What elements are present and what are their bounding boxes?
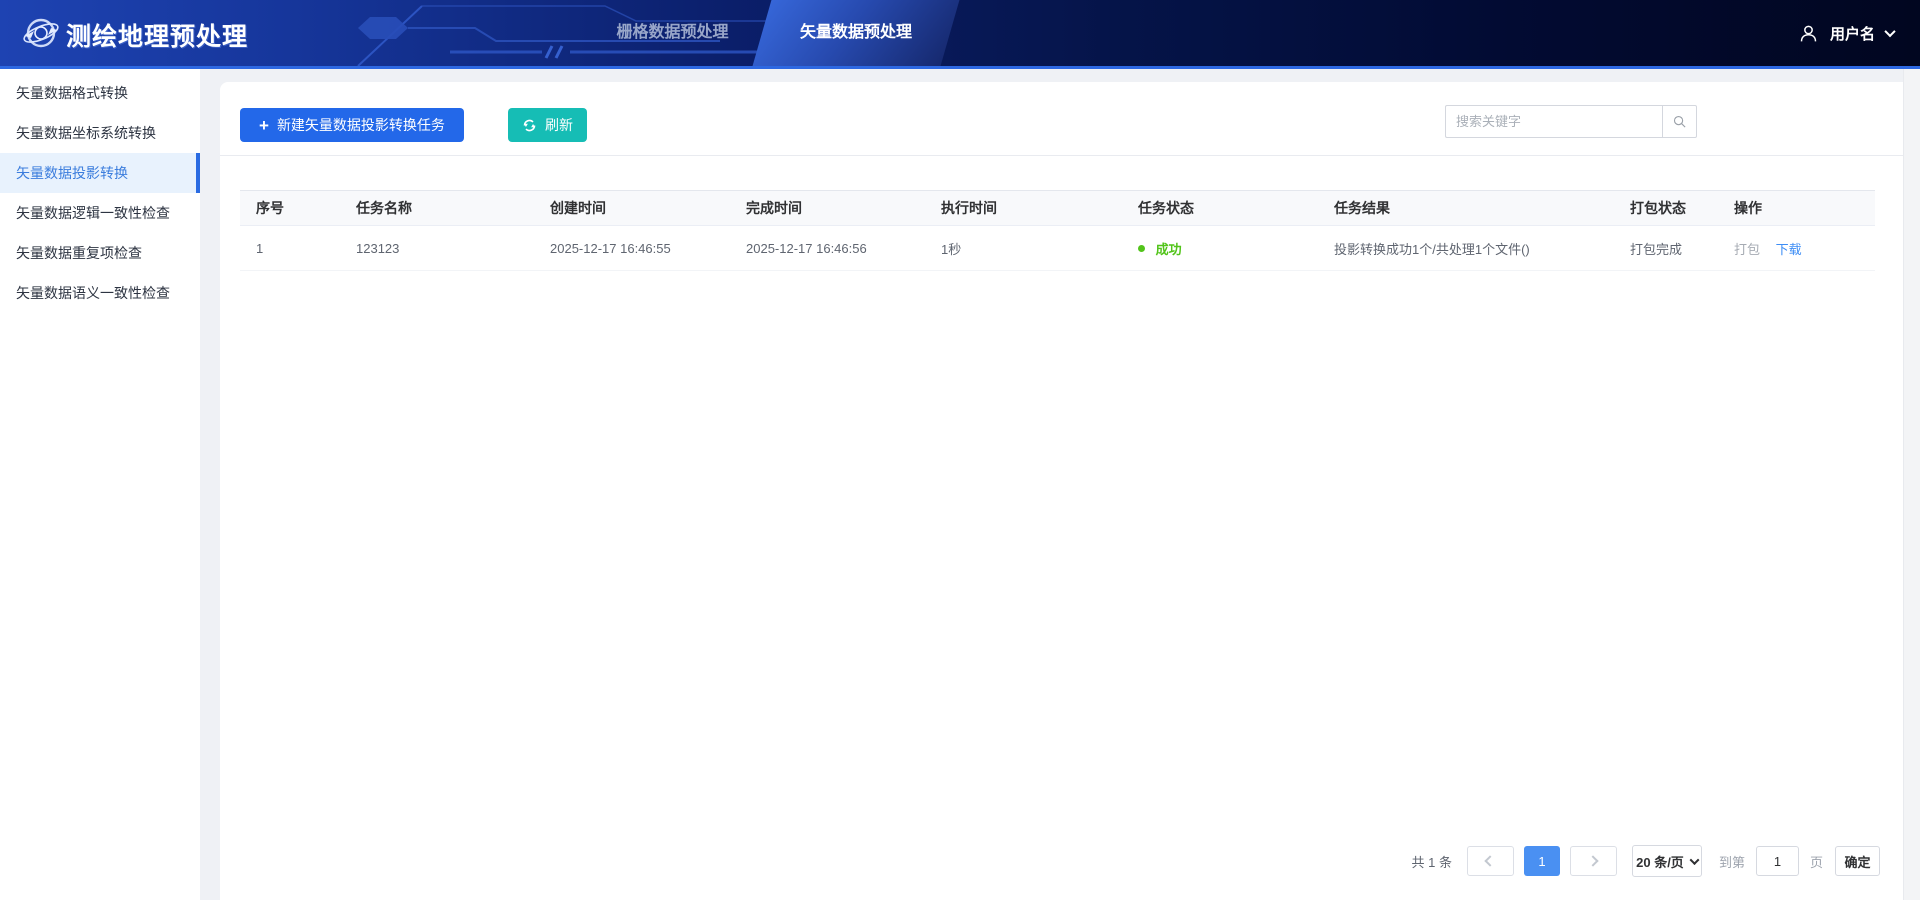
tab-raster-preprocessing[interactable]: 栅格数据预处理 bbox=[585, 0, 760, 66]
search-button[interactable] bbox=[1662, 105, 1697, 138]
tab-label: 栅格数据预处理 bbox=[616, 24, 729, 41]
content-card: + 新建矢量数据投影转换任务 刷新 搜索关键字 序号 任务名称 创建时间 完成时… bbox=[220, 82, 1903, 900]
cell-status: 成功 bbox=[1122, 225, 1318, 271]
chevron-down-icon bbox=[1689, 854, 1700, 865]
col-package-status: 打包状态 bbox=[1614, 190, 1718, 226]
search-input[interactable] bbox=[1445, 105, 1662, 138]
tab-label: 矢量数据预处理 bbox=[799, 24, 912, 41]
main-area: + 新建矢量数据投影转换任务 刷新 搜索关键字 序号 任务名称 创建时间 完成时… bbox=[200, 69, 1903, 900]
pagination: 共 1 条 1 20 条/页 到第 页 确定 bbox=[1411, 845, 1880, 877]
cell-operations: 打包 下载 bbox=[1718, 225, 1875, 271]
next-page-button[interactable] bbox=[1569, 846, 1617, 876]
sidebar-item-logical-consistency-check[interactable]: 矢量数据逻辑一致性检查 bbox=[0, 193, 200, 233]
goto-suffix-label: 页 bbox=[1809, 854, 1823, 870]
prev-page-button[interactable] bbox=[1466, 846, 1514, 876]
app-header: 测绘地理预处理 栅格数据预处理 矢量数据预处理 用户名 bbox=[0, 0, 1920, 69]
col-operations: 操作 bbox=[1718, 190, 1875, 226]
cell-seq: 1 bbox=[240, 225, 340, 271]
package-action: 打包 bbox=[1734, 241, 1761, 257]
sidebar: 矢量数据格式转换 矢量数据坐标系统转换 矢量数据投影转换 矢量数据逻辑一致性检查… bbox=[0, 69, 200, 900]
task-table: 序号 任务名称 创建时间 完成时间 执行时间 任务状态 任务结果 打包状态 操作… bbox=[240, 190, 1875, 271]
col-task-name: 任务名称 bbox=[340, 190, 534, 226]
top-tabs: 栅格数据预处理 矢量数据预处理 bbox=[585, 0, 952, 66]
app-title: 测绘地理预处理 bbox=[66, 23, 249, 51]
goto-confirm-button[interactable]: 确定 bbox=[1835, 846, 1880, 876]
sidebar-item-semantic-consistency-check[interactable]: 矢量数据语义一致性检查 bbox=[0, 273, 200, 313]
cell-result: 投影转换成功1个/共处理1个文件() bbox=[1318, 225, 1614, 271]
goto-prefix-label: 到第 bbox=[1718, 854, 1745, 870]
table-header-row: 序号 任务名称 创建时间 完成时间 执行时间 任务状态 任务结果 打包状态 操作 bbox=[240, 190, 1875, 226]
plus-icon: + bbox=[259, 115, 269, 135]
table-row: 1 123123 2025-12-17 16:46:55 2025-12-17 … bbox=[240, 225, 1875, 271]
download-link[interactable]: 下载 bbox=[1776, 242, 1802, 257]
user-icon bbox=[1800, 25, 1817, 41]
chevron-left-icon bbox=[1484, 855, 1497, 867]
sidebar-item-projection-conversion[interactable]: 矢量数据投影转换 bbox=[0, 153, 200, 193]
sidebar-item-coordinate-system-conversion[interactable]: 矢量数据坐标系统转换 bbox=[0, 113, 200, 153]
search-icon bbox=[1673, 115, 1686, 128]
sidebar-item-format-conversion[interactable]: 矢量数据格式转换 bbox=[0, 73, 200, 113]
new-task-button[interactable]: + 新建矢量数据投影转换任务 bbox=[240, 108, 464, 142]
refresh-icon bbox=[523, 119, 536, 131]
vertical-scrollbar[interactable] bbox=[1903, 69, 1920, 900]
chevron-down-icon bbox=[1884, 25, 1896, 38]
user-name: 用户名 bbox=[1829, 25, 1875, 43]
col-result: 任务结果 bbox=[1318, 190, 1614, 226]
refresh-button[interactable]: 刷新 bbox=[508, 108, 587, 142]
cell-package-status: 打包完成 bbox=[1614, 225, 1718, 271]
page-size-select[interactable]: 20 条/页 bbox=[1631, 845, 1702, 877]
cell-duration: 1秒 bbox=[925, 225, 1122, 271]
col-duration: 执行时间 bbox=[925, 190, 1122, 226]
chevron-right-icon bbox=[1587, 855, 1600, 867]
col-created-time: 创建时间 bbox=[534, 190, 730, 226]
refresh-button-label: 刷新 bbox=[545, 117, 573, 133]
cell-finished-time: 2025-12-17 16:46:56 bbox=[730, 225, 925, 271]
cell-task-name: 123123 bbox=[340, 225, 534, 271]
page-size-label: 20 条/页 bbox=[1636, 854, 1684, 870]
cell-created-time: 2025-12-17 16:46:55 bbox=[534, 225, 730, 271]
pagination-total: 共 1 条 bbox=[1411, 854, 1452, 870]
col-finished-time: 完成时间 bbox=[730, 190, 925, 226]
search-group bbox=[1445, 105, 1697, 138]
sidebar-item-duplicate-check[interactable]: 矢量数据重复项检查 bbox=[0, 233, 200, 273]
page-number-button[interactable]: 1 bbox=[1523, 846, 1560, 876]
new-task-button-label: 新建矢量数据投影转换任务 bbox=[276, 117, 445, 133]
goto-page-input[interactable] bbox=[1755, 846, 1799, 876]
status-text: 成功 bbox=[1155, 241, 1182, 257]
col-status: 任务状态 bbox=[1122, 190, 1318, 226]
user-menu[interactable]: 用户名 bbox=[1798, 0, 1896, 66]
toolbar-divider bbox=[220, 155, 1903, 156]
app-logo-icon bbox=[23, 18, 59, 48]
tab-vector-preprocessing[interactable]: 矢量数据预处理 bbox=[760, 0, 952, 66]
col-seq: 序号 bbox=[240, 190, 340, 226]
status-dot-icon bbox=[1138, 244, 1145, 252]
